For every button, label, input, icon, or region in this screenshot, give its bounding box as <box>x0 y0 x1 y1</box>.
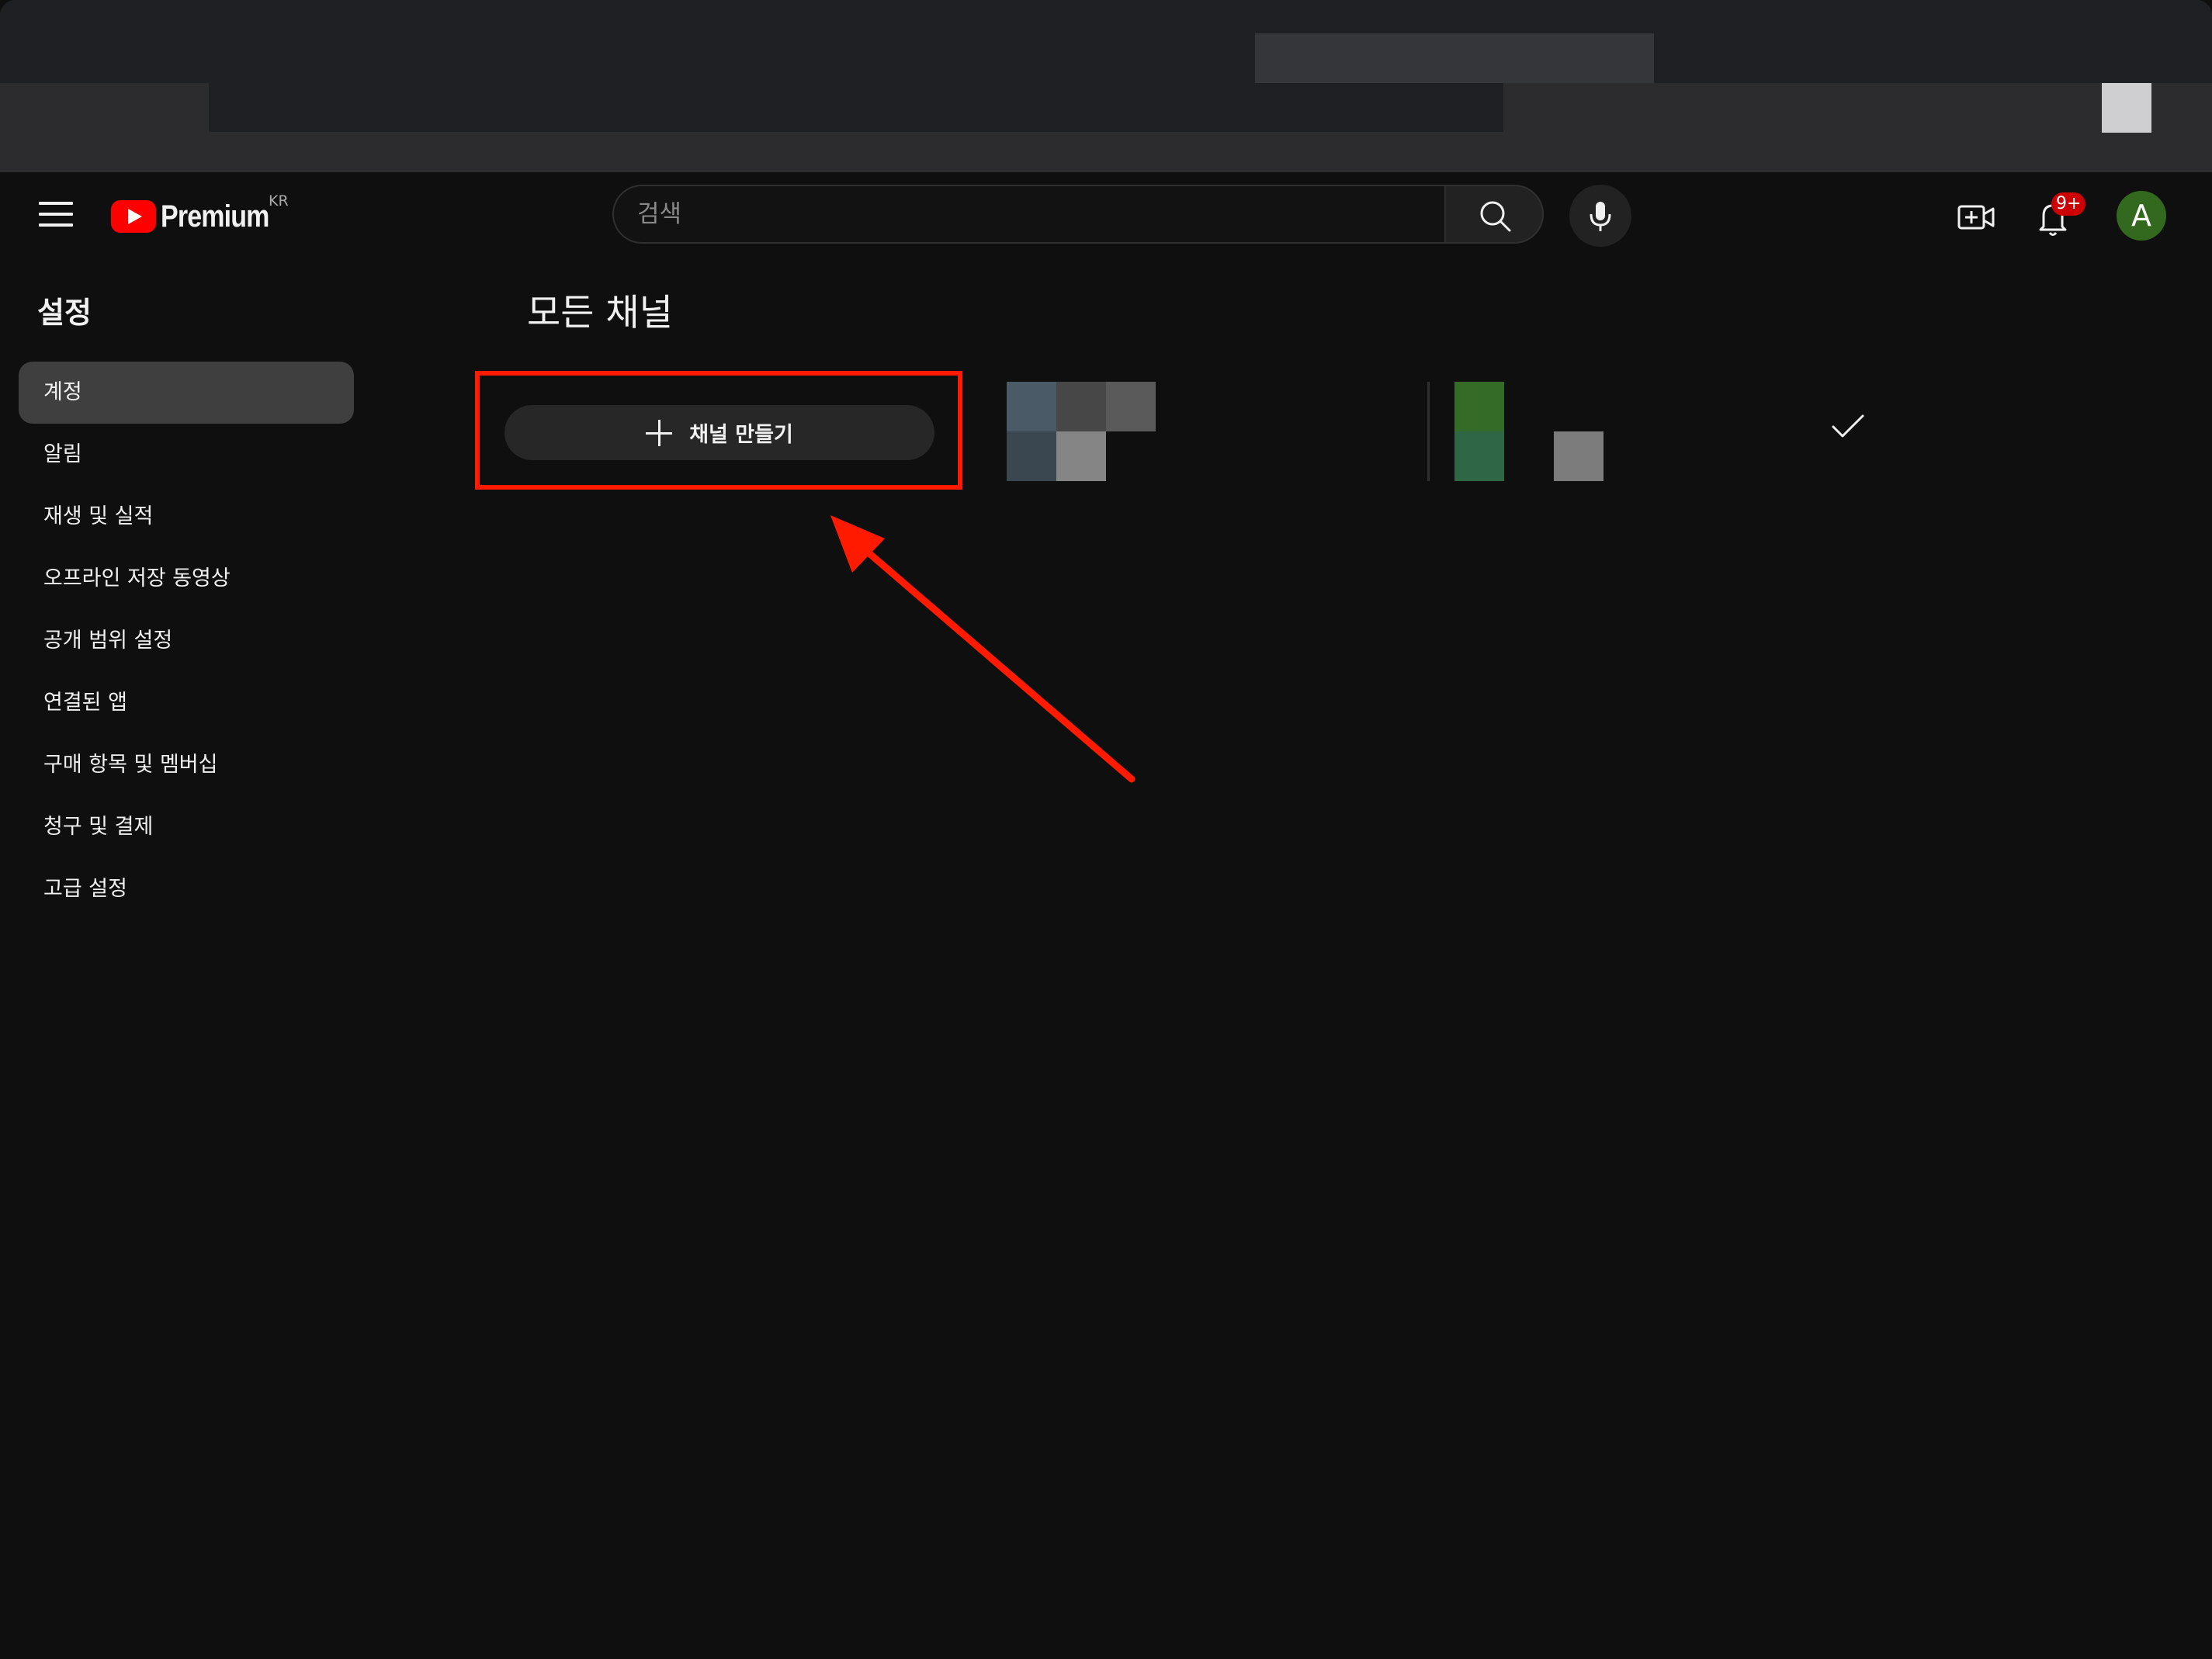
create-button[interactable] <box>1953 196 1999 239</box>
sidebar-item-billing[interactable]: 청구 및 결제 <box>19 796 354 858</box>
channel-thumbnail-pixel <box>1007 431 1056 481</box>
channel-thumbnail-pixel <box>1106 382 1156 431</box>
annotation-arrow <box>830 515 1135 783</box>
logo-text: Premium <box>161 199 269 234</box>
create-video-icon <box>1957 205 1995 230</box>
channel-card[interactable] <box>1007 382 1157 481</box>
browser-address-bar[interactable] <box>209 83 1503 132</box>
search-box <box>612 185 1544 247</box>
checkmark-icon <box>1832 414 1864 438</box>
sidebar-item-connected-apps[interactable]: 연결된 앱 <box>19 672 354 734</box>
channel-thumbnail-pixel <box>1554 431 1604 481</box>
youtube-premium-logo[interactable]: Premium <box>111 197 288 236</box>
browser-active-tab[interactable] <box>1255 33 1654 83</box>
masthead: Premium KR 9+ A <box>0 172 2212 259</box>
search-input[interactable] <box>612 185 1444 244</box>
sidebar-item-downloads[interactable]: 오프라인 저장 동영상 <box>19 548 354 610</box>
browser-tab-strip <box>0 0 2212 83</box>
hamburger-menu-icon[interactable] <box>39 202 73 230</box>
page-title: 모든 채널 <box>527 292 673 334</box>
channel-thumbnail-pixel <box>1056 431 1106 481</box>
channel-thumbnail-pixel <box>1007 382 1056 431</box>
sidebar-item-account[interactable]: 계정 <box>19 362 354 424</box>
plus-icon <box>646 419 673 446</box>
channel-thumbnail-pixel <box>1454 382 1504 431</box>
sidebar-item-purchases[interactable]: 구매 항목 및 멤버십 <box>19 734 354 796</box>
channel-thumbnail-pixel <box>1056 382 1106 431</box>
search-icon <box>1480 201 1511 232</box>
avatar[interactable]: A <box>2117 191 2166 241</box>
settings-sidebar: 계정 알림 재생 및 실적 오프라인 저장 동영상 공개 범위 설정 연결된 앱… <box>19 362 354 920</box>
create-channel-label: 채널 만들기 <box>689 423 793 447</box>
channel-card[interactable] <box>1454 382 1605 481</box>
browser-extension-icon[interactable] <box>2102 83 2151 133</box>
channel-thumbnail-pixel <box>1454 431 1504 481</box>
search-button[interactable] <box>1444 185 1544 244</box>
voice-search-button[interactable] <box>1569 185 1631 247</box>
sidebar-item-advanced[interactable]: 고급 설정 <box>19 858 354 920</box>
settings-title: 설정 <box>37 296 92 330</box>
sidebar-item-notifications[interactable]: 알림 <box>19 424 354 486</box>
create-channel-button[interactable]: 채널 만들기 <box>504 405 934 460</box>
sidebar-item-privacy[interactable]: 공개 범위 설정 <box>19 610 354 672</box>
country-code: KR <box>269 192 289 210</box>
browser-chrome <box>0 0 2212 172</box>
notification-count-badge: 9+ <box>2051 192 2086 216</box>
youtube-logo-icon <box>111 200 156 233</box>
divider <box>1427 382 1430 481</box>
microphone-icon <box>1590 202 1611 231</box>
sidebar-item-playback[interactable]: 재생 및 실적 <box>19 486 354 548</box>
